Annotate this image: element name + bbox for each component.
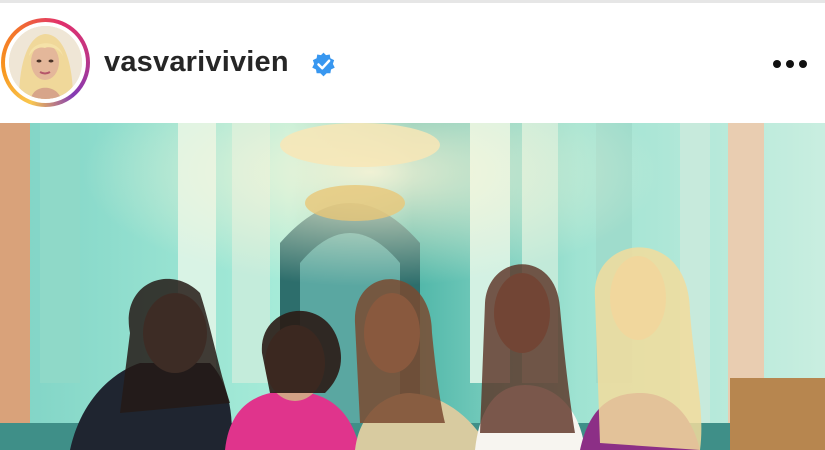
post-photo[interactable] (0, 123, 825, 450)
username-link[interactable]: vasvarivivien (104, 46, 289, 79)
more-options-icon[interactable] (770, 53, 810, 73)
verified-badge-icon (312, 52, 335, 77)
avatar[interactable] (9, 26, 82, 99)
more-dot (773, 60, 781, 68)
avatar-image (9, 26, 82, 99)
avatar-border (5, 22, 86, 103)
more-dot (799, 60, 807, 68)
story-ring[interactable] (1, 18, 90, 107)
more-dot (786, 60, 794, 68)
post-header: vasvarivivien (0, 3, 825, 121)
group-photo-image (0, 123, 825, 450)
